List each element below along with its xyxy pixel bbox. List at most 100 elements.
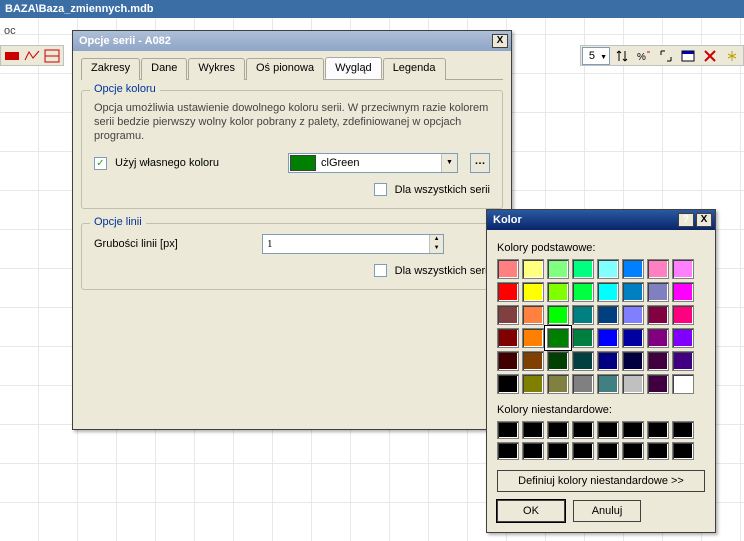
custom-swatch[interactable] (547, 421, 569, 439)
color-close-icon[interactable]: X (696, 213, 712, 227)
palette-swatch[interactable] (622, 259, 644, 279)
palette-swatch[interactable] (547, 351, 569, 371)
tab-dane[interactable]: Dane (141, 58, 187, 80)
palette-swatch[interactable] (597, 351, 619, 371)
palette-swatch[interactable] (572, 328, 594, 348)
cancel-button[interactable]: Anuluj (573, 500, 641, 522)
tab-legenda[interactable]: Legenda (383, 58, 446, 80)
palette-swatch[interactable] (572, 282, 594, 302)
line-thickness-input[interactable] (263, 235, 429, 253)
palette-swatch[interactable] (597, 259, 619, 279)
for-all-series-checkbox-2[interactable]: ✓ (374, 264, 387, 277)
color-combobox[interactable]: clGreen ▼ (288, 153, 458, 173)
color-dialog-titlebar[interactable]: Kolor ? X (487, 210, 715, 230)
tab-zakresy[interactable]: Zakresy (81, 58, 140, 80)
palette-swatch[interactable] (497, 374, 519, 394)
line-thickness-spinner[interactable]: ▲ ▼ (262, 234, 444, 254)
palette-swatch[interactable] (547, 282, 569, 302)
palette-swatch[interactable] (522, 282, 544, 302)
palette-swatch[interactable] (547, 259, 569, 279)
custom-swatch[interactable] (572, 421, 594, 439)
custom-swatch[interactable] (522, 421, 544, 439)
custom-swatch[interactable] (597, 442, 619, 460)
palette-swatch[interactable] (647, 351, 669, 371)
series-dialog-title: Opcje serii - A082 (79, 35, 171, 47)
palette-swatch[interactable] (522, 259, 544, 279)
palette-swatch[interactable] (522, 328, 544, 348)
palette-swatch[interactable] (497, 305, 519, 325)
palette-swatch[interactable] (572, 351, 594, 371)
series-dialog-titlebar[interactable]: Opcje serii - A082 X (73, 31, 511, 51)
custom-swatch[interactable] (647, 442, 669, 460)
palette-swatch[interactable] (672, 374, 694, 394)
palette-swatch[interactable] (522, 351, 544, 371)
palette-swatch[interactable] (497, 259, 519, 279)
tab-oś-pionowa[interactable]: Oś pionowa (246, 58, 324, 80)
palette-swatch[interactable] (572, 305, 594, 325)
palette-swatch[interactable] (622, 305, 644, 325)
define-custom-colors-button[interactable]: Definiuj kolory niestandardowe >> (497, 470, 705, 492)
tab-wykres[interactable]: Wykres (188, 58, 245, 80)
palette-swatch[interactable] (572, 374, 594, 394)
spinner-down-icon[interactable]: ▼ (430, 244, 443, 253)
palette-swatch[interactable] (622, 328, 644, 348)
custom-swatch[interactable] (547, 442, 569, 460)
custom-swatch[interactable] (497, 421, 519, 439)
color-picker-button[interactable]: … (470, 153, 490, 173)
palette-swatch[interactable] (672, 328, 694, 348)
for-all-series-checkbox-1[interactable]: ✓ (374, 183, 387, 196)
palette-swatch[interactable] (597, 282, 619, 302)
custom-swatch[interactable] (647, 421, 669, 439)
custom-swatch[interactable] (597, 421, 619, 439)
palette-swatch[interactable] (572, 259, 594, 279)
palette-swatch[interactable] (497, 282, 519, 302)
custom-swatch[interactable] (672, 442, 694, 460)
arrows-updown-icon[interactable] (612, 47, 632, 65)
palette-swatch[interactable] (597, 305, 619, 325)
zoom-fit-icon[interactable] (656, 47, 676, 65)
toolbar-button-3[interactable] (42, 47, 62, 65)
palette-swatch[interactable] (547, 305, 569, 325)
palette-swatch[interactable] (497, 351, 519, 371)
palette-swatch[interactable] (522, 374, 544, 394)
palette-swatch[interactable] (672, 282, 694, 302)
toolbar-button-2[interactable] (22, 47, 42, 65)
ok-button[interactable]: OK (497, 500, 565, 522)
toolbar-button-1[interactable] (2, 47, 22, 65)
palette-swatch[interactable] (672, 351, 694, 371)
toolbar-left (0, 45, 64, 66)
spinner-up-icon[interactable]: ▲ (430, 235, 443, 244)
palette-swatch[interactable] (672, 305, 694, 325)
palette-swatch[interactable] (547, 328, 569, 348)
spark-icon[interactable] (722, 47, 742, 65)
palette-swatch[interactable] (647, 374, 669, 394)
custom-swatch[interactable] (497, 442, 519, 460)
percent-icon[interactable]: % (634, 47, 654, 65)
custom-swatch[interactable] (572, 442, 594, 460)
palette-swatch[interactable] (622, 282, 644, 302)
chevron-down-icon[interactable]: ▼ (441, 154, 457, 172)
tab-wygląd[interactable]: Wygląd (325, 57, 382, 79)
palette-swatch[interactable] (647, 328, 669, 348)
palette-swatch[interactable] (672, 259, 694, 279)
palette-swatch[interactable] (547, 374, 569, 394)
palette-swatch[interactable] (647, 259, 669, 279)
calendar-icon[interactable] (678, 47, 698, 65)
custom-swatch[interactable] (522, 442, 544, 460)
toolbar-dropdown[interactable]: 5 (582, 47, 610, 65)
help-icon[interactable]: ? (678, 213, 694, 227)
palette-swatch[interactable] (597, 328, 619, 348)
x-red-icon[interactable] (700, 47, 720, 65)
palette-swatch[interactable] (597, 374, 619, 394)
palette-swatch[interactable] (522, 305, 544, 325)
use-own-color-checkbox[interactable]: ✓ (94, 157, 107, 170)
palette-swatch[interactable] (647, 305, 669, 325)
palette-swatch[interactable] (647, 282, 669, 302)
palette-swatch[interactable] (622, 374, 644, 394)
custom-swatch[interactable] (622, 421, 644, 439)
custom-swatch[interactable] (622, 442, 644, 460)
palette-swatch[interactable] (622, 351, 644, 371)
close-icon[interactable]: X (492, 34, 508, 48)
custom-swatch[interactable] (672, 421, 694, 439)
palette-swatch[interactable] (497, 328, 519, 348)
